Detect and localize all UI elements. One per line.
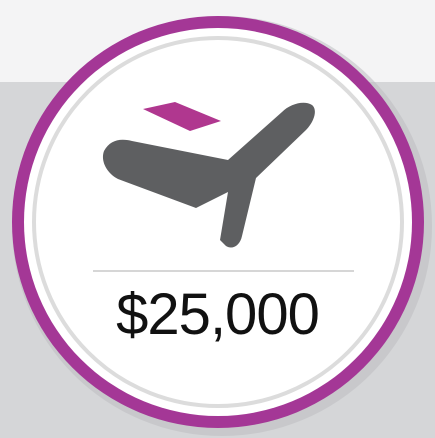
badge-graphic: [12, 16, 432, 436]
badge-card: $25,000: [0, 0, 435, 438]
badge-face: [24, 28, 412, 416]
amount-label: $25,000: [116, 282, 320, 347]
